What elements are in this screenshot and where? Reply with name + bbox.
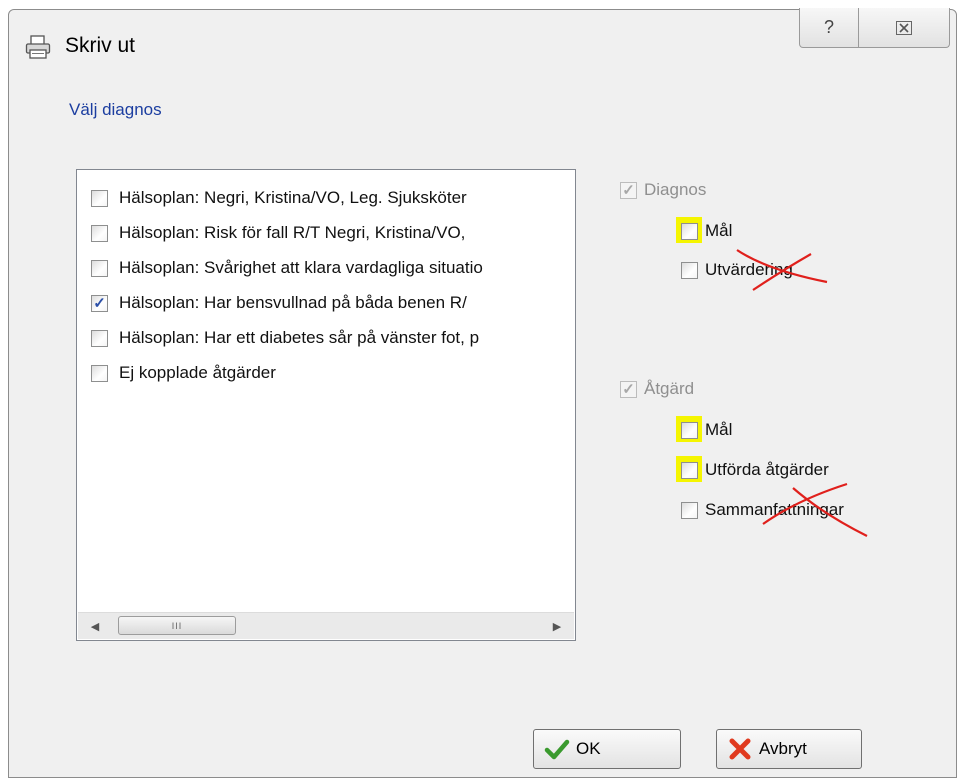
scrollbar-thumb[interactable]: III [118, 616, 236, 635]
atgard-sammanfattningar-checkbox[interactable]: Sammanfattningar [681, 500, 844, 520]
atgard-label: Åtgärd [644, 379, 695, 398]
atgard-checkbox: ✓ Åtgärd [620, 379, 694, 399]
diagnos-checkbox: ✓ Diagnos [620, 180, 706, 200]
checkmark-icon: ✓ [93, 294, 106, 312]
diagnos-check-box: ✓ [620, 181, 637, 199]
diagnos-mal-check-box[interactable] [681, 222, 698, 240]
diagnos-utvardering-check-box[interactable] [681, 261, 698, 279]
list-item-label: Ej kopplade åtgärder [119, 363, 276, 382]
diagnos-mal-checkbox[interactable]: Mål [676, 217, 733, 243]
atgard-sammanfattningar-check-box[interactable] [681, 501, 698, 519]
atgard-utforda-checkbox[interactable]: Utförda åtgärder [676, 456, 829, 482]
atgard-utforda-label: Utförda åtgärder [705, 460, 829, 479]
cancel-button[interactable]: Avbryt [716, 729, 862, 769]
help-icon: ? [823, 17, 834, 37]
atgard-check-box: ✓ [620, 380, 637, 398]
cancel-button-label: Avbryt [759, 739, 807, 758]
diagnos-mal-label: Mål [705, 221, 733, 240]
list-item[interactable]: Ej kopplade åtgärder [91, 359, 571, 387]
ok-button-label: OK [576, 739, 601, 758]
list-item[interactable]: Hälsoplan: Negri, Kristina/VO, Leg. Sjuk… [91, 184, 571, 212]
list-item-checkbox[interactable] [91, 224, 108, 242]
help-button[interactable]: ? [799, 8, 859, 48]
atgard-mal-checkbox[interactable]: Mål [676, 416, 733, 442]
list-item-checkbox[interactable] [91, 259, 108, 277]
list-item[interactable]: Hälsoplan: Risk för fall R/T Negri, Kris… [91, 219, 571, 247]
horizontal-scrollbar[interactable]: ◀ III ▶ [78, 612, 574, 639]
list-item-checkbox[interactable] [91, 329, 108, 347]
close-button[interactable] [858, 8, 950, 48]
section-label-valj-diagnos: Välj diagnos [69, 100, 162, 119]
atgard-mal-check-box[interactable] [681, 421, 698, 439]
list-item-label: Hälsoplan: Negri, Kristina/VO, Leg. Sjuk… [119, 188, 467, 207]
scroll-left-icon[interactable]: ◀ [84, 613, 106, 639]
list-item-label: Hälsoplan: Har bensvullnad på båda benen… [119, 293, 467, 312]
list-item-checkbox[interactable]: ✓ [91, 294, 108, 312]
dialog-title: Skriv ut [65, 34, 136, 57]
scroll-right-icon[interactable]: ▶ [546, 613, 568, 639]
list-item-label: Hälsoplan: Har ett diabetes sår på vänst… [119, 328, 480, 347]
list-item-checkbox[interactable] [91, 364, 108, 382]
atgard-sammanfattningar-label: Sammanfattningar [705, 500, 844, 519]
diagnosis-listbox[interactable]: Hälsoplan: Negri, Kristina/VO, Leg. Sjuk… [76, 169, 576, 641]
diagnos-utvardering-label: Utvärdering [705, 260, 793, 279]
title-bar[interactable]: Skriv ut ? [9, 8, 956, 72]
list-item-label: Hälsoplan: Risk för fall R/T Negri, Kris… [119, 223, 466, 242]
list-item[interactable]: Hälsoplan: Svårighet att klara vardaglig… [91, 254, 571, 282]
print-dialog: Skriv ut ? Välj diagnos Hälsoplan: Negri… [8, 8, 957, 778]
close-icon [896, 20, 912, 35]
ok-button[interactable]: OK [533, 729, 681, 769]
red-x-icon [729, 738, 751, 760]
green-checkmark-icon [544, 739, 570, 760]
printer-icon [25, 35, 51, 59]
list-item[interactable]: Hälsoplan: Har ett diabetes sår på vänst… [91, 324, 571, 352]
atgard-utforda-check-box[interactable] [681, 461, 698, 479]
diagnos-utvardering-checkbox[interactable]: Utvärdering [681, 260, 793, 280]
diagnos-label: Diagnos [644, 180, 707, 199]
list-item-checkbox[interactable] [91, 189, 108, 207]
atgard-mal-label: Mål [705, 420, 733, 439]
list-item-label: Hälsoplan: Svårighet att klara vardaglig… [119, 258, 483, 277]
list-item[interactable]: ✓ Hälsoplan: Har bensvullnad på båda bene… [91, 289, 571, 317]
